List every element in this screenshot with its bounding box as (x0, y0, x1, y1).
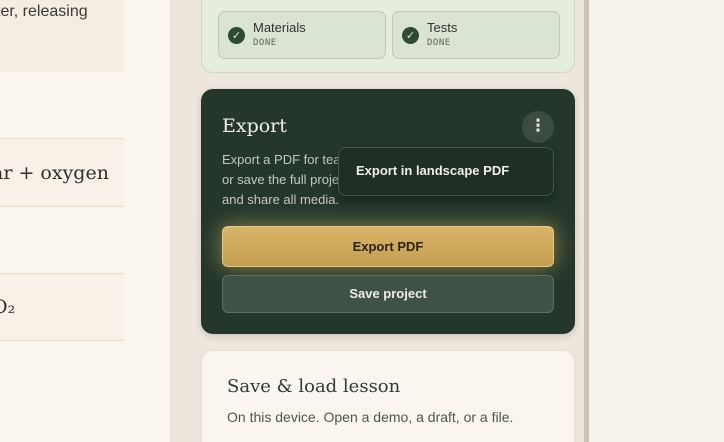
equation-text: O₂ (0, 296, 16, 318)
status-chip-tests[interactable]: ✓ Tests DONE (392, 11, 560, 59)
save-load-description: On this device. Open a demo, a draft, or… (227, 409, 514, 425)
lesson-content-panel: ter, releasing ar + oxygen O₂ (0, 0, 170, 442)
intro-text: ter, releasing (0, 3, 88, 20)
save-load-card: Save & load lesson On this device. Open … (201, 350, 575, 442)
save-project-button[interactable]: Save project (222, 275, 554, 313)
progress-status-card: ✓ Materials DONE ✓ Tests DONE (201, 0, 575, 73)
status-chip-materials[interactable]: ✓ Materials DONE (218, 11, 386, 59)
status-chip-state: DONE (253, 38, 277, 48)
equation-text: ar + oxygen (0, 162, 109, 184)
equation-row: O₂ (0, 273, 124, 341)
export-card: Export ⋮ Export a PDF for teac or save t… (201, 89, 575, 334)
lesson-intro-text: ter, releasing (0, 0, 124, 72)
export-landscape-menu-item[interactable]: Export in landscape PDF (338, 147, 554, 196)
equation-row: ar + oxygen (0, 138, 124, 207)
check-icon: ✓ (402, 27, 419, 44)
status-chip-state: DONE (427, 38, 451, 48)
status-chip-title: Materials (253, 20, 306, 35)
save-load-title: Save & load lesson (227, 376, 401, 397)
status-chip-title: Tests (427, 20, 458, 35)
export-title: Export (222, 115, 287, 137)
more-vertical-icon[interactable]: ⋮ (522, 111, 554, 143)
export-pdf-button[interactable]: Export PDF (222, 226, 554, 267)
page-margin (589, 0, 724, 442)
check-icon: ✓ (228, 27, 245, 44)
